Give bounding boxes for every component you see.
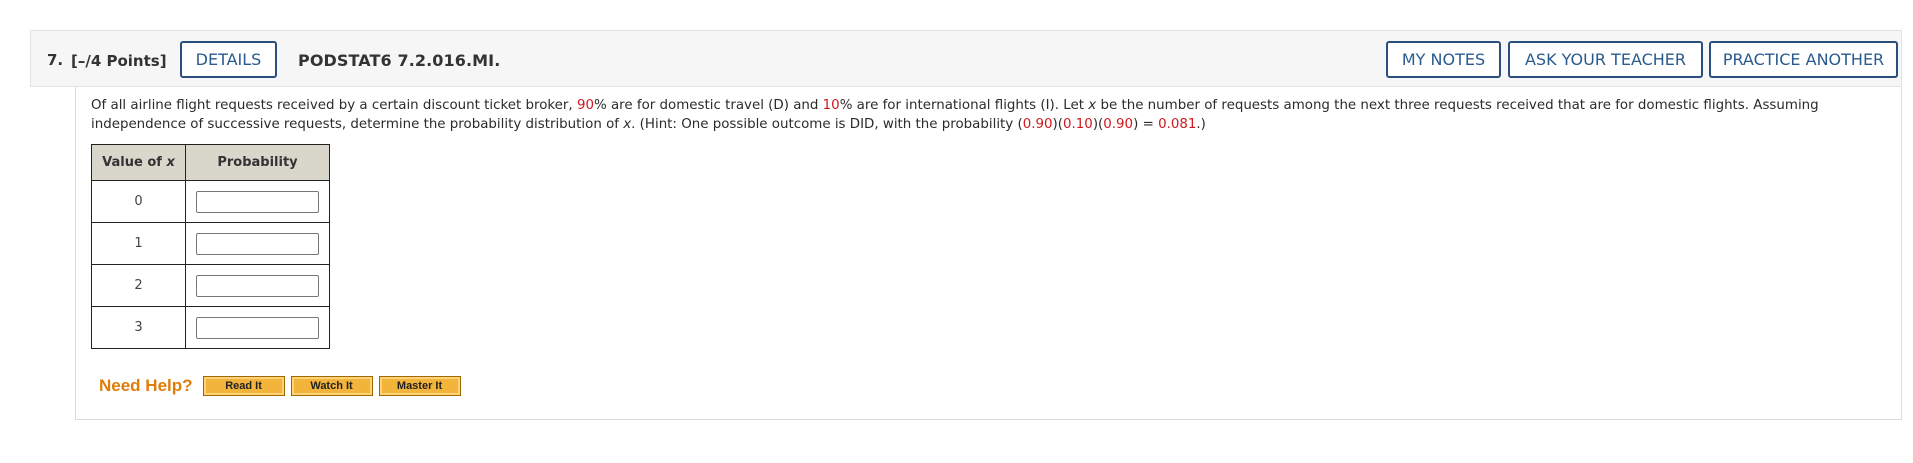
variable-x: x [623, 117, 632, 132]
watch-it-button[interactable]: Watch It [290, 376, 373, 396]
question-reference: PODSTAT6 7.2.016.MI. [298, 51, 501, 70]
hint-probability-i: 0.10 [1062, 117, 1093, 132]
probability-input-3[interactable] [196, 316, 319, 339]
percent-international: 10 [822, 98, 840, 113]
question-text: Of all airline flight requests received … [91, 98, 1819, 132]
ask-your-teacher-button[interactable]: ASK YOUR TEACHER [1508, 41, 1703, 78]
table-row: 2 [91, 264, 330, 307]
probability-input-0[interactable] [196, 190, 319, 213]
question-header: 7. [–/4 Points] DETAILS PODSTAT6 7.2.016… [30, 30, 1902, 87]
need-help-label: Need Help? [99, 376, 193, 395]
probability-input-2[interactable] [196, 274, 319, 297]
hint-result: 0.081 [1158, 117, 1197, 132]
probability-table: Value of x Probability 0 1 2 3 [91, 144, 330, 349]
read-it-button[interactable]: Read It [202, 376, 285, 396]
variable-x: x [1088, 98, 1097, 113]
header-value-of-x: Value of x [91, 144, 186, 181]
percent-domestic: 90 [576, 98, 594, 113]
table-row: 0 [91, 180, 330, 223]
details-button[interactable]: DETAILS [180, 41, 277, 78]
table-row: 1 [91, 222, 330, 265]
header-probability: Probability [185, 144, 330, 181]
x-value: 0 [91, 180, 186, 223]
table-header-row: Value of x Probability [91, 144, 330, 181]
probability-input-1[interactable] [196, 232, 319, 255]
question-number: 7. [47, 51, 64, 69]
hint-probability-d2: 0.90 [1103, 117, 1134, 132]
x-value: 3 [91, 306, 186, 349]
need-help-bar: Need Help? Read It Watch It Master It [99, 376, 467, 396]
question-body: Of all airline flight requests received … [75, 87, 1902, 420]
x-value: 1 [91, 222, 186, 265]
practice-another-button[interactable]: PRACTICE ANOTHER [1709, 41, 1898, 78]
x-value: 2 [91, 264, 186, 307]
table-row: 3 [91, 306, 330, 349]
my-notes-button[interactable]: MY NOTES [1386, 41, 1501, 78]
master-it-button[interactable]: Master It [378, 376, 461, 396]
hint-probability-d: 0.90 [1022, 117, 1053, 132]
question-points: [–/4 Points] [71, 52, 167, 70]
